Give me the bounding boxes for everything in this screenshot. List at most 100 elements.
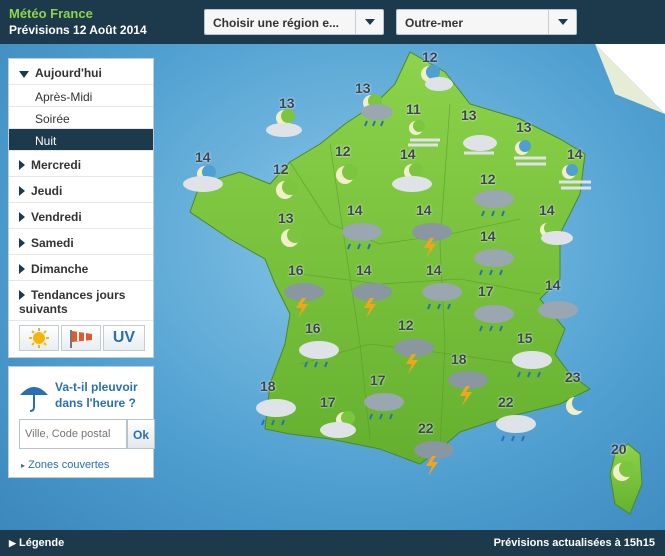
thunderstorm-icon (412, 223, 452, 258)
outremer-select[interactable]: Outre-mer (396, 9, 577, 35)
cloud-icon (463, 135, 497, 155)
temp-label: 14 (539, 202, 555, 218)
temp-label: 14 (195, 149, 211, 165)
caret-right-icon (19, 212, 25, 222)
temp-label: 11 (406, 101, 421, 117)
rain-cloud-icon (364, 393, 404, 420)
day-menu: Aujourd'hui Après-Midi Soirée Nuit Mercr… (8, 58, 154, 358)
temp-label: 17 (370, 372, 386, 388)
brand-title: Météo France (9, 6, 93, 21)
chevron-down-icon (548, 10, 576, 34)
moon-icon (566, 395, 588, 415)
rain-cloud-icon (496, 415, 536, 442)
caret-down-icon (19, 71, 29, 78)
temp-label: 15 (517, 330, 533, 346)
menu-item-jeudi[interactable]: Jeudi (9, 177, 153, 203)
moon-icon (336, 164, 358, 184)
temp-label: 13 (278, 210, 294, 226)
rain-widget: Va-t-il pleuvoir dans l'heure ? Ok ▸ Zon… (8, 366, 155, 478)
outremer-select-value: Outre-mer (405, 16, 464, 30)
sun-icon (29, 328, 49, 348)
footer-bar: ▶ Légende Prévisions actualisées à 15h15 (0, 530, 665, 556)
temp-label: 14 (426, 262, 442, 278)
temp-label: 16 (288, 262, 304, 278)
thunderstorm-icon (414, 441, 454, 476)
thunderstorm-icon (448, 371, 488, 406)
temp-label: 12 (422, 49, 438, 65)
fog-moon-icon (559, 164, 591, 190)
menu-item-samedi[interactable]: Samedi (9, 229, 153, 255)
wind-mode-button[interactable] (61, 325, 101, 351)
rain-cloud-icon (474, 249, 514, 276)
menu-item-nuit[interactable]: Nuit (9, 129, 153, 151)
zones-link[interactable]: ▸ Zones couvertes (21, 459, 109, 471)
temp-label: 17 (478, 283, 494, 299)
legend-toggle[interactable]: ▶ Légende (9, 537, 64, 549)
cloud-moon-icon (266, 109, 302, 137)
temp-label: 12 (398, 317, 414, 333)
map-mode-buttons: UV (19, 325, 145, 351)
temp-label: 18 (451, 351, 467, 367)
rain-cloud-icon (361, 94, 393, 127)
menu-item-soiree[interactable]: Soirée (9, 107, 153, 129)
rain-cloud-icon (512, 351, 552, 378)
rain-cloud-icon (422, 283, 462, 310)
menu-item-apres-midi[interactable]: Après-Midi (9, 85, 153, 107)
temp-label: 14 (356, 262, 372, 278)
caret-right-icon (19, 238, 25, 248)
fog-moon-icon (408, 120, 440, 147)
rain-cloud-icon (474, 190, 514, 217)
cloud-moon-icon (183, 165, 223, 192)
rain-cloud-icon (256, 399, 296, 426)
caret-right-icon (19, 186, 25, 196)
temp-label: 13 (461, 107, 477, 123)
thunderstorm-icon (284, 283, 324, 318)
fog-moon-icon (514, 140, 546, 166)
temp-label: 23 (565, 369, 581, 385)
thunderstorm-icon (394, 339, 434, 374)
temp-label: 14 (347, 202, 363, 218)
caret-right-icon (19, 160, 25, 170)
region-select[interactable]: Choisir une région e... (204, 9, 384, 35)
ok-button[interactable]: Ok (127, 419, 155, 449)
temp-label: 22 (498, 394, 514, 410)
umbrella-icon (20, 387, 48, 412)
city-postcode-input[interactable] (19, 419, 127, 449)
menu-item-vendredi[interactable]: Vendredi (9, 203, 153, 229)
caret-right-icon (19, 290, 25, 300)
rain-cloud-icon (299, 341, 339, 368)
page-curl (595, 44, 665, 114)
temp-label: 12 (273, 161, 289, 177)
moon-icon (276, 179, 298, 199)
temp-label: 18 (260, 378, 276, 394)
menu-item-aujourdhui[interactable]: Aujourd'hui (9, 59, 153, 85)
temp-label: 12 (335, 143, 351, 159)
temp-label: 22 (418, 420, 434, 436)
caret-right-icon: ▸ (21, 461, 26, 470)
forecast-date: Prévisions 12 Août 2014 (9, 23, 147, 37)
temp-label: 14 (416, 202, 432, 218)
cloud-moon-icon (540, 222, 573, 245)
uv-mode-button[interactable]: UV (103, 325, 145, 351)
rain-cloud-icon (474, 305, 514, 332)
cloud-moon-icon (392, 163, 432, 192)
moon-icon (613, 461, 635, 481)
menu-item-tendances[interactable]: Tendances jours suivants (9, 281, 153, 321)
caret-right-icon (19, 264, 25, 274)
windsock-icon (70, 330, 92, 348)
sun-mode-button[interactable] (19, 325, 59, 351)
thunderstorm-icon (352, 283, 392, 318)
cloud-moon-icon (320, 411, 356, 438)
temp-label: 16 (305, 320, 321, 336)
menu-item-dimanche[interactable]: Dimanche (9, 255, 153, 281)
header-bar: Météo France Prévisions 12 Août 2014 Cho… (0, 0, 665, 44)
temp-label: 13 (516, 119, 532, 135)
region-select-value: Choisir une région e... (213, 16, 340, 30)
menu-item-mercredi[interactable]: Mercredi (9, 151, 153, 177)
cloud-icon (538, 301, 578, 319)
temp-label: 14 (567, 146, 583, 162)
temp-label: 14 (545, 277, 561, 293)
chevron-down-icon (355, 10, 383, 34)
update-time: Prévisions actualisées à 15h15 (493, 537, 655, 549)
temp-label: 14 (480, 228, 496, 244)
